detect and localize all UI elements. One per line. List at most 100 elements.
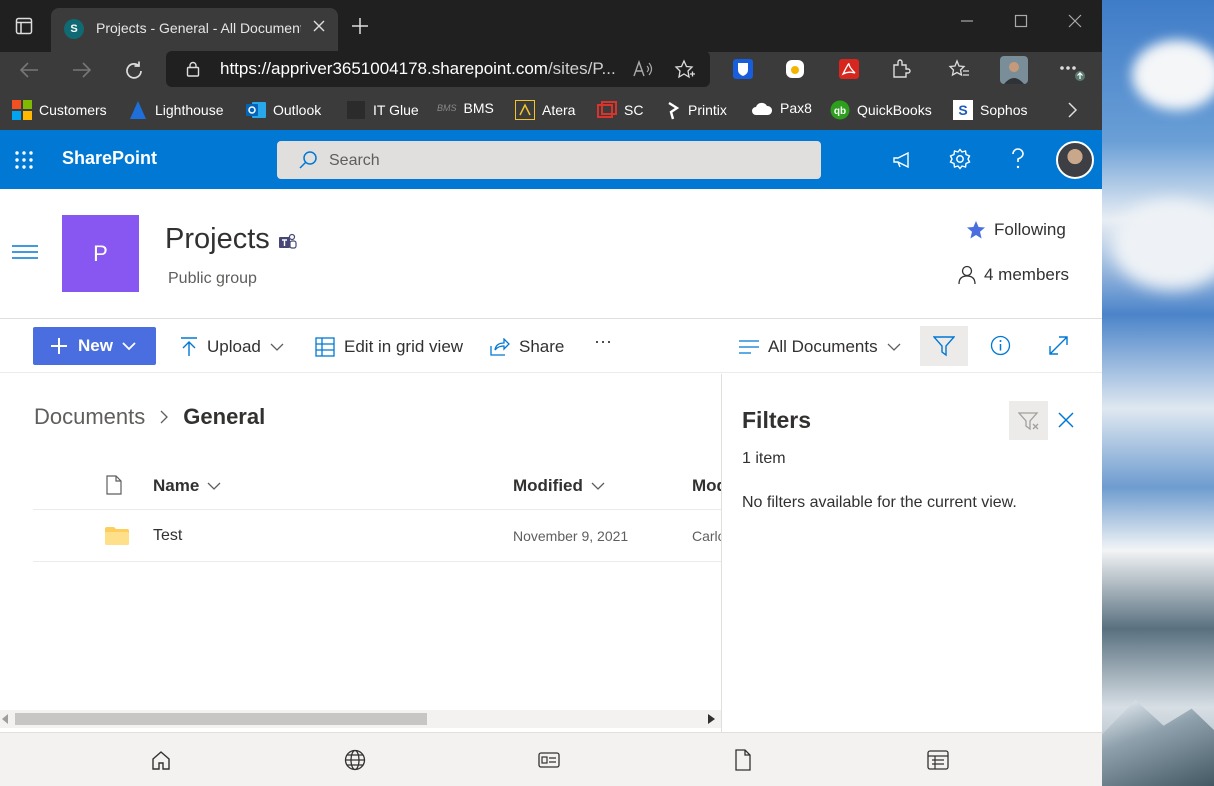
favorite-sc[interactable]: SC (597, 100, 643, 120)
refresh-icon[interactable] (123, 60, 145, 82)
maximize-icon[interactable] (1014, 14, 1028, 28)
horizontal-scrollbar[interactable] (0, 710, 722, 728)
favorite-pax8[interactable]: Pax8 (751, 100, 812, 116)
favorite-lighthouse[interactable]: Lighthouse (128, 100, 224, 120)
lock-icon[interactable] (186, 61, 200, 77)
members-button[interactable]: 4 members (958, 265, 1069, 285)
ghost-extension-icon[interactable] (784, 58, 806, 80)
site-title[interactable]: Projects (165, 223, 270, 256)
filter-item-count: 1 item (742, 450, 786, 467)
tab-title: Projects - General - All Documents (96, 20, 301, 36)
close-pane-icon[interactable] (1058, 412, 1074, 428)
hamburger-menu-icon[interactable] (12, 245, 38, 259)
modified-by-column-header[interactable]: Modi (692, 476, 722, 496)
chevron-down-icon (270, 342, 284, 352)
view-label: All Documents (768, 337, 878, 356)
name-column-header[interactable]: Name (153, 476, 221, 496)
search-input[interactable]: Search (277, 141, 821, 179)
favorite-itglue[interactable]: IT Glue (346, 100, 419, 120)
favorite-printix[interactable]: Printix (667, 100, 727, 120)
extensions-icon[interactable] (890, 58, 912, 80)
upload-label: Upload (207, 337, 261, 356)
row-name[interactable]: Test (153, 527, 182, 545)
upload-button[interactable]: Upload (180, 337, 284, 357)
breadcrumb-current[interactable]: General (183, 404, 265, 430)
close-window-icon[interactable] (1068, 14, 1082, 28)
favorite-sophos[interactable]: S Sophos (953, 100, 1027, 120)
profile-icon[interactable] (1000, 56, 1028, 84)
megaphone-icon[interactable] (892, 150, 914, 170)
favorite-customers[interactable]: Customers (12, 100, 107, 120)
filter-icon (933, 335, 955, 357)
avatar[interactable] (1056, 141, 1094, 179)
address-bar[interactable]: https://appriver3651004178.sharepoint.co… (166, 51, 710, 87)
view-selector[interactable]: All Documents (739, 337, 901, 357)
home-icon[interactable] (150, 749, 172, 771)
help-icon[interactable] (1010, 148, 1026, 170)
more-actions-button[interactable]: ··· (594, 331, 612, 352)
globe-icon[interactable] (344, 749, 366, 771)
settings-more-icon[interactable] (1058, 62, 1086, 84)
forward-icon[interactable] (71, 60, 93, 80)
star-filled-icon (966, 220, 986, 240)
info-icon[interactable] (990, 335, 1011, 356)
breadcrumb-root[interactable]: Documents (34, 404, 145, 430)
favorite-label: Customers (39, 102, 107, 118)
edit-grid-view-button[interactable]: Edit in grid view (315, 337, 463, 357)
chevron-right-icon[interactable] (1066, 101, 1078, 119)
add-favorite-icon[interactable] (674, 59, 696, 81)
settings-gear-icon[interactable] (949, 148, 971, 170)
name-header-label: Name (153, 476, 200, 495)
acrobat-icon[interactable] (838, 58, 860, 80)
document-library: Documents General Name Modified Modi Tes… (0, 374, 722, 734)
scroll-left-icon[interactable] (2, 714, 9, 724)
filters-title: Filters (742, 407, 812, 433)
search-icon (298, 150, 318, 170)
site-header: P Projects Public group Following 4 memb… (0, 189, 1102, 319)
filter-pane-button[interactable] (920, 326, 968, 366)
new-button[interactable]: New (33, 327, 156, 365)
favorite-label: Outlook (273, 102, 322, 118)
scrollbar-thumb[interactable] (15, 713, 427, 725)
lists-icon[interactable] (927, 749, 949, 771)
teams-icon[interactable] (278, 232, 298, 252)
sharepoint-brand-link[interactable]: SharePoint (62, 148, 157, 169)
following-button[interactable]: Following (966, 220, 1066, 240)
clear-filters-button[interactable] (1009, 401, 1048, 440)
favorite-atera[interactable]: Atera (515, 100, 575, 120)
no-filters-message: No filters available for the current vie… (742, 494, 1017, 511)
customers-icon (12, 100, 32, 120)
expand-icon[interactable] (1048, 335, 1069, 356)
app-launcher-icon[interactable] (14, 150, 34, 170)
back-icon[interactable] (18, 60, 40, 80)
favorite-quickbooks[interactable]: qb QuickBooks (830, 100, 932, 120)
share-button[interactable]: Share (490, 337, 564, 357)
file-type-icon[interactable] (106, 475, 122, 495)
chevron-down-icon (591, 481, 605, 491)
favorite-label: Printix (688, 102, 727, 118)
browser-tab-active[interactable]: S Projects - General - All Documents (51, 8, 338, 52)
table-row[interactable]: Test November 9, 2021 Carlo (33, 511, 722, 562)
sc-icon (597, 100, 617, 120)
close-tab-icon[interactable] (312, 19, 326, 33)
scroll-right-icon[interactable] (708, 714, 715, 724)
news-icon[interactable] (538, 749, 560, 771)
favorite-bms[interactable]: BMS BMS (437, 100, 494, 116)
favorite-label: SC (624, 102, 644, 118)
bitwarden-icon[interactable] (732, 58, 754, 80)
sharepoint-favicon-icon: S (64, 19, 84, 39)
document-icon[interactable] (734, 749, 752, 771)
favorite-outlook[interactable]: Outlook (246, 100, 321, 120)
read-aloud-icon[interactable] (632, 60, 654, 78)
browser-window: S Projects - General - All Documents htt… (0, 0, 1102, 786)
grid-icon (315, 337, 335, 357)
favorites-icon[interactable] (948, 58, 970, 80)
minimize-icon[interactable] (960, 14, 974, 28)
new-tab-icon[interactable] (350, 16, 370, 36)
tab-actions-icon[interactable] (15, 17, 33, 35)
modified-column-header[interactable]: Modified (513, 476, 605, 496)
clear-filter-icon (1018, 411, 1040, 431)
site-logo[interactable]: P (62, 215, 139, 292)
following-label: Following (994, 220, 1066, 239)
modified-header-label: Modified (513, 476, 583, 495)
